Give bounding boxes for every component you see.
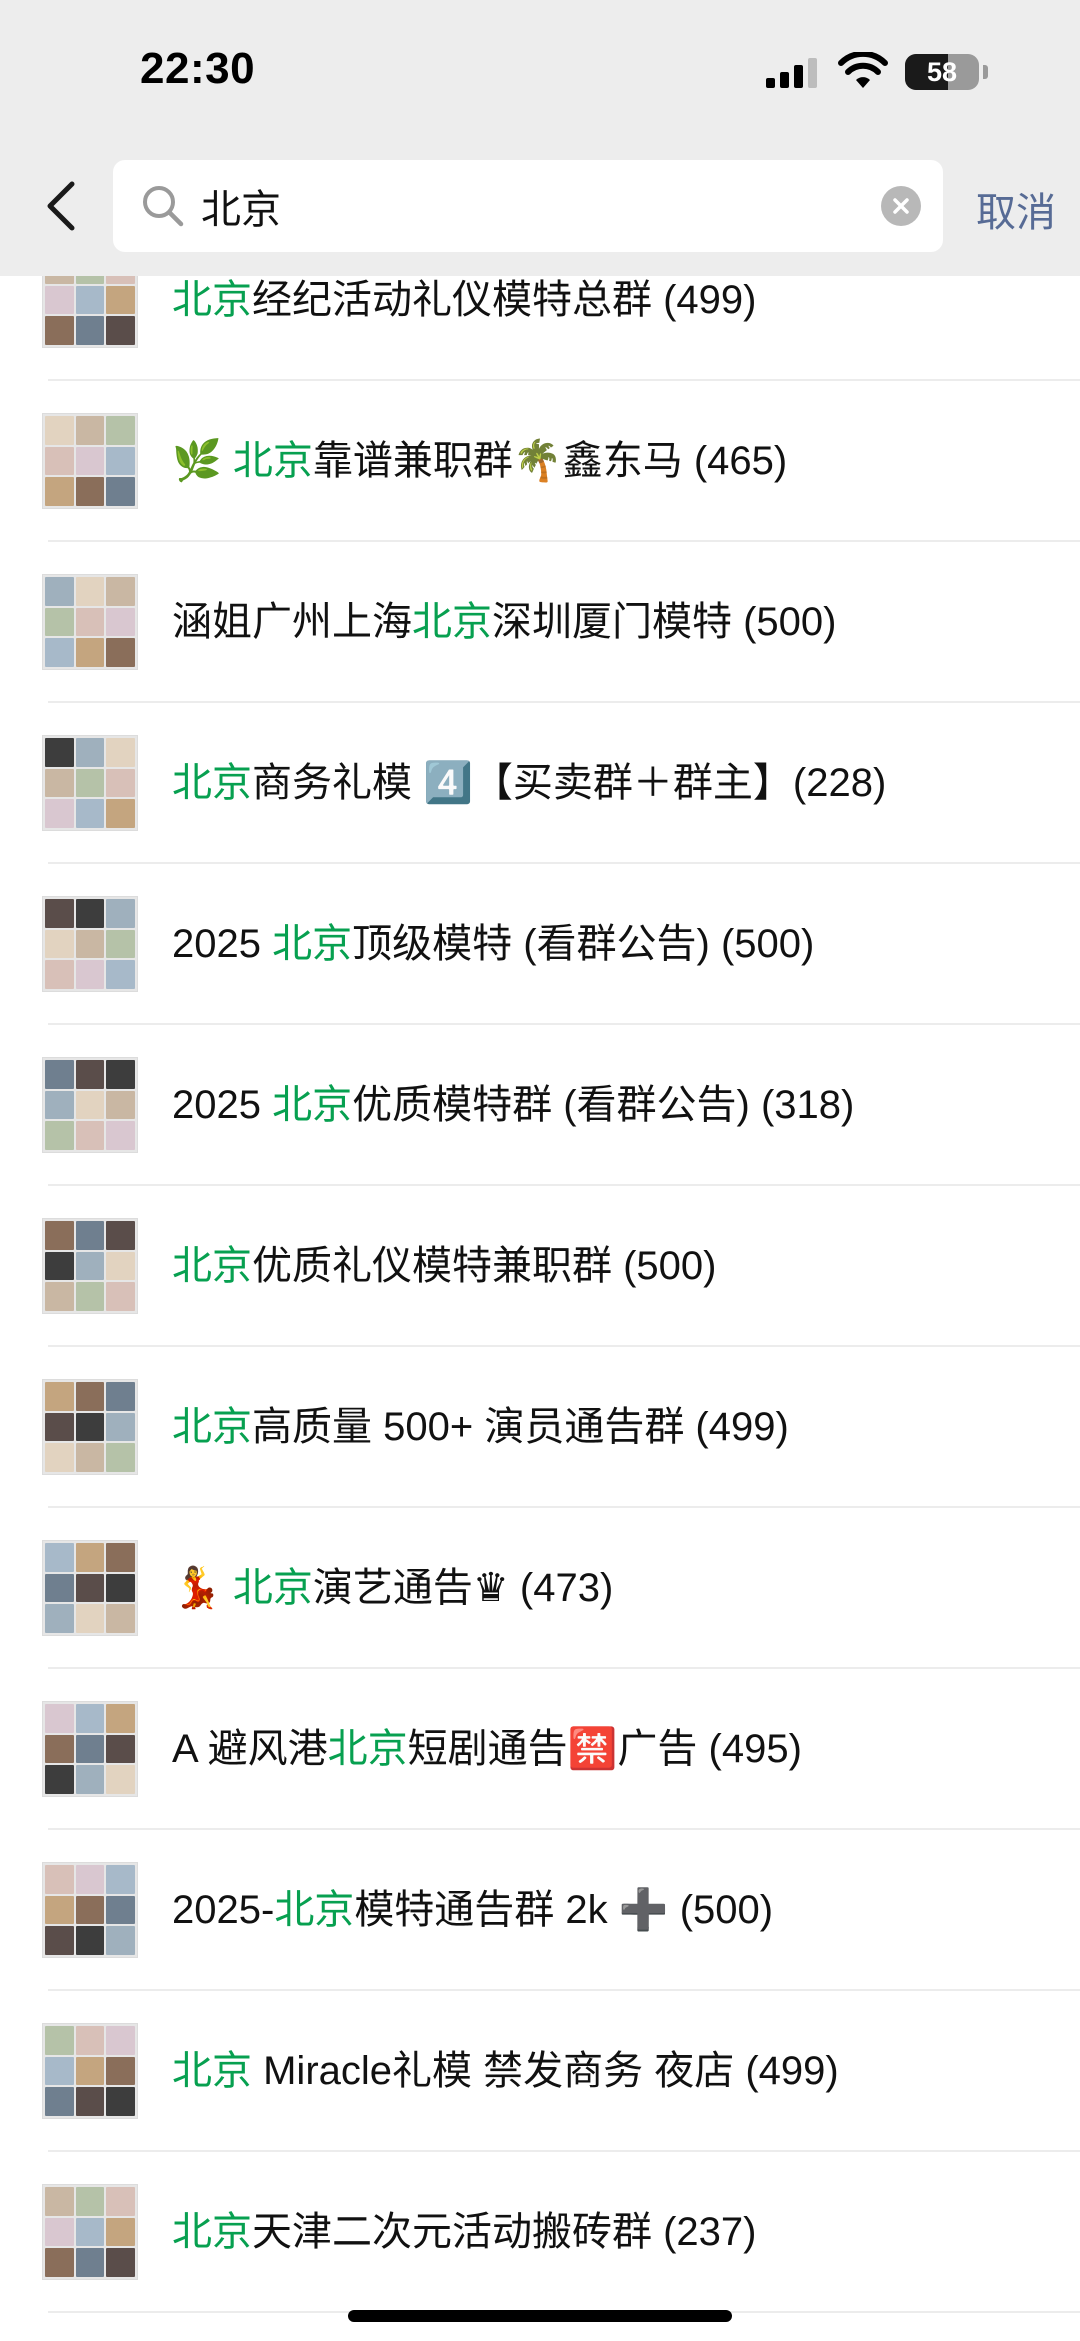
search-icon — [143, 186, 184, 227]
result-row[interactable]: 北京高质量 500+ 演员通告群 (499) — [0, 1347, 1080, 1508]
group-avatar — [42, 2184, 138, 2280]
result-row[interactable]: 北京天津二次元活动搬砖群 (237) — [0, 2152, 1080, 2313]
search-highlight: 北京 — [232, 1566, 313, 1610]
group-avatar — [42, 1057, 138, 1153]
group-avatar — [42, 574, 138, 670]
top-bar: 22:30 58 北京 取消 — [0, 0, 1080, 276]
back-button[interactable] — [40, 176, 84, 236]
search-highlight: 北京 — [172, 278, 252, 322]
group-avatar — [42, 896, 138, 992]
result-row[interactable]: 涵姐广州上海北京深圳厦门模特 (500) — [0, 542, 1080, 703]
search-highlight: 北京 — [172, 2049, 252, 2093]
result-title: 2025 北京优质模特群 (看群公告) (318) — [172, 1083, 855, 1127]
search-highlight: 北京 — [172, 761, 252, 805]
search-highlight: 北京 — [327, 1727, 408, 1771]
battery-level: 58 — [926, 57, 958, 87]
search-highlight: 北京 — [232, 439, 313, 483]
result-title: 涵姐广州上海北京深圳厦门模特 (500) — [172, 600, 837, 644]
search-box[interactable] — [113, 160, 943, 252]
result-row[interactable]: 北京优质礼仪模特兼职群 (500) — [0, 1186, 1080, 1347]
group-avatar — [42, 1218, 138, 1314]
clear-search-button[interactable] — [881, 186, 921, 226]
group-avatar — [42, 1379, 138, 1475]
group-avatar — [42, 2023, 138, 2119]
cancel-button[interactable]: 取消 — [976, 180, 1056, 238]
group-avatar — [42, 413, 138, 509]
status-bar: 22:30 58 — [0, 0, 1080, 150]
result-title: 2025-北京模特通告群 2k ➕ (500) — [172, 1888, 774, 1932]
home-indicator — [348, 2310, 732, 2322]
result-title: 🌿 北京靠谱兼职群🌴鑫东马 (465) — [172, 439, 788, 483]
result-row[interactable]: 🌿 北京靠谱兼职群🌴鑫东马 (465) — [0, 381, 1080, 542]
result-row[interactable]: 💃 北京演艺通告♛ (473) — [0, 1508, 1080, 1669]
search-highlight: 北京 — [172, 1244, 252, 1288]
search-highlight: 北京 — [172, 2210, 252, 2254]
group-avatar — [42, 1862, 138, 1958]
group-avatar — [42, 1540, 138, 1636]
result-row[interactable]: 北京 Miracle礼模 禁发商务 夜店 (499) — [0, 1991, 1080, 2152]
search-highlight: 北京 — [172, 1405, 252, 1449]
result-title: 北京高质量 500+ 演员通告群 (499) — [172, 1405, 789, 1449]
search-highlight: 北京 — [272, 1083, 353, 1127]
group-avatar — [42, 1701, 138, 1797]
search-highlight: 北京 — [274, 1888, 355, 1932]
search-highlight: 北京 — [412, 600, 492, 644]
result-title: 北京商务礼模 4️⃣【买卖群＋群主】(228) — [172, 761, 887, 805]
result-title: 北京优质礼仪模特兼职群 (500) — [172, 1244, 717, 1288]
result-row[interactable]: 2025-北京模特通告群 2k ➕ (500) — [0, 1830, 1080, 1991]
cellular-signal-icon — [766, 58, 817, 88]
search-highlight: 北京 — [272, 922, 353, 966]
status-time: 22:30 — [140, 44, 256, 93]
result-title: 北京 Miracle礼模 禁发商务 夜店 (499) — [172, 2049, 839, 2093]
result-title: 💃 北京演艺通告♛ (473) — [172, 1566, 614, 1610]
close-icon — [893, 198, 909, 214]
result-title: 北京天津二次元活动搬砖群 (237) — [172, 2210, 757, 2254]
result-row[interactable]: 2025 北京顶级模特 (看群公告) (500) — [0, 864, 1080, 1025]
result-row[interactable]: 2025 北京优质模特群 (看群公告) (318) — [0, 1025, 1080, 1186]
group-avatar — [42, 735, 138, 831]
result-title: 2025 北京顶级模特 (看群公告) (500) — [172, 922, 815, 966]
search-input[interactable] — [201, 172, 851, 240]
result-row[interactable]: A 避风港北京短剧通告🈲广告 (495) — [0, 1669, 1080, 1830]
wifi-icon — [838, 52, 888, 88]
result-row[interactable]: 北京商务礼模 4️⃣【买卖群＋群主】(228) — [0, 703, 1080, 864]
result-title: A 避风港北京短剧通告🈲广告 (495) — [172, 1727, 802, 1771]
